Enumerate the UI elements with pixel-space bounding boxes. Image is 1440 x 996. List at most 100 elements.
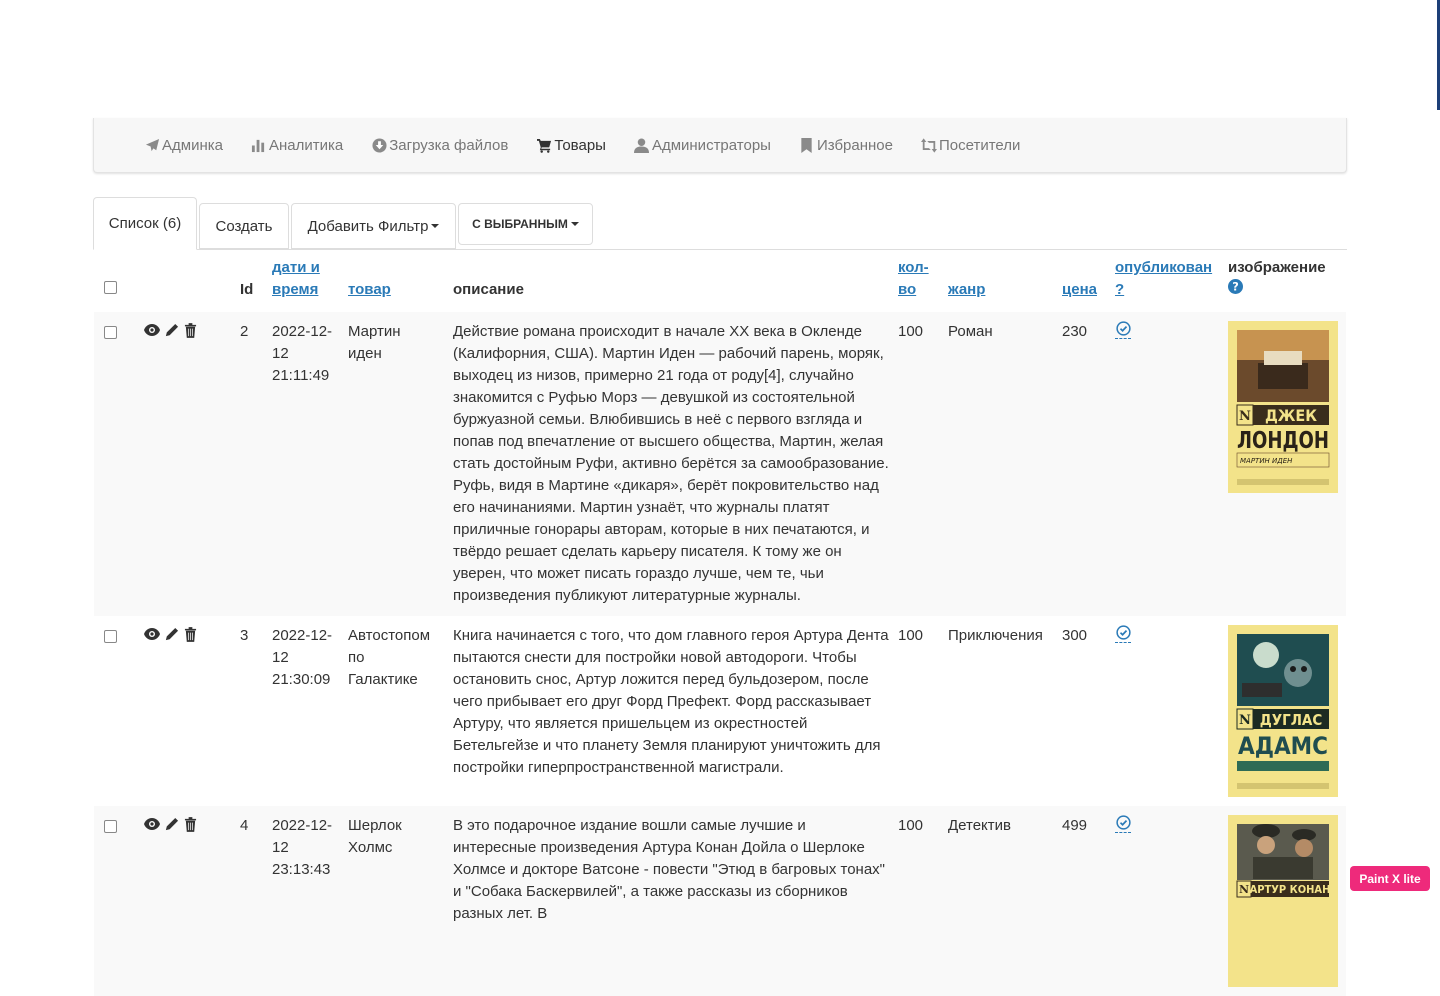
book-cover-image: N ДЖЕК ЛОНДОН МАРТИН ИДЕН xyxy=(1228,321,1338,493)
cell-qty: 100 xyxy=(898,627,924,644)
row-checkbox[interactable] xyxy=(104,820,117,833)
published-check-icon[interactable] xyxy=(1115,321,1131,339)
cell-id: 4 xyxy=(240,806,272,996)
row-checkbox[interactable] xyxy=(104,326,117,339)
cell-price: 230 xyxy=(1062,312,1115,616)
table-row: 4 2022-12- 12 23:13:43 Шерлок Холмс В это … xyxy=(94,806,1346,996)
view-eye-icon[interactable] xyxy=(144,322,160,338)
question-circle-icon[interactable]: ? xyxy=(1228,279,1243,294)
delete-trash-icon[interactable] xyxy=(182,816,198,832)
header-description: описание xyxy=(453,281,524,298)
cell-product: Автостопом по Галактике xyxy=(348,627,431,688)
svg-text:N: N xyxy=(1239,713,1251,728)
nav-item-label: Загрузка файлов xyxy=(389,136,509,154)
svg-text:?: ? xyxy=(1232,281,1239,294)
cell-product: Мартин иден xyxy=(348,312,453,616)
cell-description: Книга начинается с того, что дом главног… xyxy=(453,627,889,776)
published-check-icon[interactable] xyxy=(1115,815,1131,833)
cell-date2: 12 xyxy=(272,345,289,362)
cell-genre: Детектив xyxy=(948,806,1062,996)
bookmark-icon xyxy=(799,137,815,153)
cell-date: 2022-12- xyxy=(272,627,333,644)
cell-date2: 12 xyxy=(272,649,289,666)
paint-x-lite-badge[interactable]: Paint X lite xyxy=(1350,866,1430,891)
user-icon xyxy=(634,137,650,153)
cell-qty: 100 xyxy=(898,806,948,996)
delete-trash-icon[interactable] xyxy=(182,626,198,642)
add-filter-dropdown[interactable]: Добавить Фильтр xyxy=(291,203,456,249)
sort-price-link[interactable]: цена xyxy=(1062,281,1097,298)
sort-product-link[interactable]: товар xyxy=(348,281,391,298)
nav-item-label: Товары xyxy=(554,136,606,154)
nav-item-visitors[interactable]: Посетители xyxy=(921,137,1020,154)
nav-item-label: Посетители xyxy=(939,136,1021,154)
cell-description: В это подарочное издание вошли самые луч… xyxy=(453,806,898,996)
nav-item-favorites[interactable]: Избранное xyxy=(799,137,893,154)
cover-author-first: ДУГЛАС xyxy=(1260,711,1323,729)
svg-text:N: N xyxy=(1239,883,1249,896)
bar-chart-icon xyxy=(251,137,267,153)
cell-time: 23:13:43 xyxy=(272,861,331,878)
shopping-cart-icon xyxy=(536,137,552,153)
sort-qty-link[interactable]: кол-во xyxy=(898,257,932,301)
edit-pencil-icon[interactable] xyxy=(163,626,179,642)
cell-qty: 100 xyxy=(898,312,948,616)
cell-date: 2022-12- xyxy=(272,817,333,834)
nav-item-file-upload[interactable]: Загрузка файлов xyxy=(371,137,508,154)
cell-description: Действие романа происходит в начале XX в… xyxy=(453,312,898,616)
cell-date: 2022-12- xyxy=(272,323,333,340)
view-eye-icon[interactable] xyxy=(144,626,160,642)
cover-author-last: ЛОНДОН xyxy=(1237,428,1329,454)
svg-text:N: N xyxy=(1239,409,1251,424)
bulk-actions-label: С ВЫБРАННЫМ xyxy=(472,217,568,231)
tab-list[interactable]: Список (6) xyxy=(93,197,197,250)
cover-author-last: АДАМС xyxy=(1238,732,1328,760)
cell-price: 499 xyxy=(1062,806,1115,996)
nav-item-products[interactable]: Товары xyxy=(536,137,606,154)
view-eye-icon[interactable] xyxy=(144,816,160,832)
sort-datetime-link[interactable]: дати и время xyxy=(272,259,320,298)
nav-item-label: Админка xyxy=(162,136,223,154)
cell-genre: Роман xyxy=(948,312,1062,616)
actions-header xyxy=(144,252,240,312)
cell-price: 300 xyxy=(1062,627,1088,644)
tab-list-label: Список (6) xyxy=(108,215,182,232)
add-filter-label: Добавить Фильтр xyxy=(307,217,429,235)
cover-title: МАРТИН ИДЕН xyxy=(1240,457,1293,465)
main-navbar: Админка Аналитика Загрузка файлов Товары… xyxy=(93,118,1347,173)
download-circle-icon xyxy=(371,137,387,153)
select-all-checkbox[interactable] xyxy=(104,281,117,294)
edit-pencil-icon[interactable] xyxy=(163,816,179,832)
cell-time: 21:30:09 xyxy=(272,671,331,688)
tab-create[interactable]: Создать xyxy=(199,203,289,249)
sort-genre-link[interactable]: жанр xyxy=(948,281,985,298)
caret-down-icon xyxy=(570,222,579,226)
book-cover-image: N ДУГЛАС АДАМС xyxy=(1228,625,1338,797)
cell-product: Шерлок Холмс xyxy=(348,806,453,996)
table-row: 3 2022-12- 12 21:30:09 Автостопом по Галак… xyxy=(94,616,1346,806)
nav-item-analytics[interactable]: Аналитика xyxy=(251,137,343,154)
header-image: изображение xyxy=(1228,259,1326,276)
caret-down-icon xyxy=(431,224,440,228)
cell-date2: 12 xyxy=(272,839,289,856)
retweet-icon xyxy=(921,137,937,153)
nav-item-label: Администраторы xyxy=(651,136,771,154)
cell-genre: Приключения xyxy=(948,627,1043,644)
nav-item-administrators[interactable]: Администраторы xyxy=(634,137,771,154)
sort-published-link[interactable]: опубликован ? xyxy=(1115,257,1223,301)
delete-trash-icon[interactable] xyxy=(182,322,198,338)
table-header-row: Id дати и время товар описание кол-во жа… xyxy=(94,252,1346,312)
tab-create-label: Создать xyxy=(215,217,273,235)
cover-author-first: АРТУР КОНАН xyxy=(1250,883,1331,896)
row-checkbox[interactable] xyxy=(104,630,117,643)
header-id: Id xyxy=(240,281,254,298)
products-table: Id дати и время товар описание кол-во жа… xyxy=(94,252,1346,996)
published-check-icon[interactable] xyxy=(1115,625,1131,643)
cell-id: 3 xyxy=(240,627,249,644)
bulk-actions-dropdown[interactable]: С ВЫБРАННЫМ xyxy=(458,203,593,245)
nav-item-admin[interactable]: Админка xyxy=(144,137,223,154)
nav-item-label: Избранное xyxy=(816,136,893,154)
edit-pencil-icon[interactable] xyxy=(163,322,179,338)
tab-bar: Список (6) Создать Добавить Фильтр С ВЫБ… xyxy=(93,197,1347,250)
cover-author-first: ДЖЕК xyxy=(1265,406,1317,425)
